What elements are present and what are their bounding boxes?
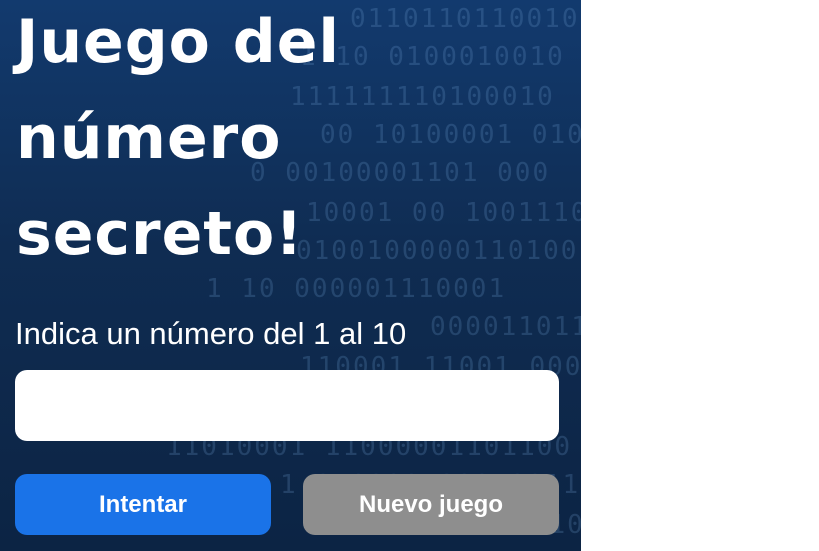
try-button[interactable]: Intentar [15, 474, 271, 535]
new-game-button[interactable]: Nuevo juego [303, 474, 559, 535]
title-line-2: número [16, 103, 282, 173]
title-line-1: Juego del [16, 7, 340, 77]
number-input[interactable] [15, 370, 559, 441]
number-prompt-label: Indica un número del 1 al 10 [15, 316, 407, 351]
title-line-3: secreto! [16, 199, 304, 269]
page-title: Juego del número secreto! [16, 0, 436, 282]
game-panel: 0110110110010 1 10 0100010010 1111111101… [0, 0, 581, 551]
